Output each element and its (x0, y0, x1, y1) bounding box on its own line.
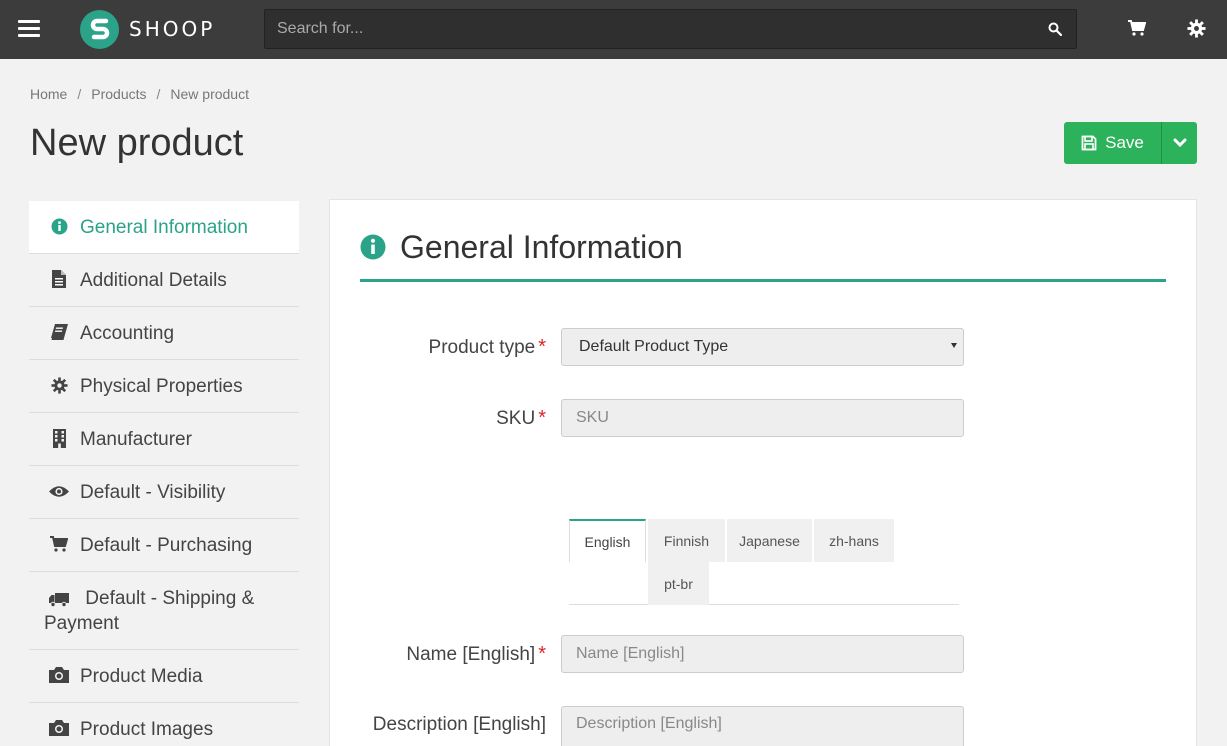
description-label: Description [English] (372, 714, 546, 735)
tab-finnish[interactable]: Finnish (648, 519, 725, 562)
sidebar-item-general-information[interactable]: General Information (29, 201, 299, 254)
sidebar-item-default-shipping-payment[interactable]: Default - Shipping & Payment (29, 572, 299, 650)
breadcrumb-separator: / (156, 86, 161, 102)
cart-icon (49, 533, 69, 555)
save-button-group: Save (1064, 122, 1197, 164)
required-marker: * (538, 407, 546, 429)
sidebar-item-label: Physical Properties (80, 376, 243, 397)
sidebar-item-label: General Information (80, 217, 248, 238)
info-icon (49, 215, 69, 237)
breadcrumb-products[interactable]: Products (91, 86, 146, 102)
logo-text: SHOOP (129, 17, 216, 41)
top-navbar: SHOOP (0, 0, 1227, 59)
tab-pt-br[interactable]: pt-br (648, 562, 709, 605)
search-input[interactable] (265, 10, 1035, 48)
product-type-select[interactable]: Default Product Type (561, 328, 964, 366)
caret-down-icon (951, 343, 957, 348)
sidebar-item-label: Default - Shipping & Payment (44, 588, 255, 634)
product-type-label-text: Product type (428, 337, 536, 358)
required-marker: * (538, 643, 546, 665)
sku-field[interactable] (561, 399, 964, 437)
info-icon (360, 234, 386, 260)
sidebar-item-label: Additional Details (80, 270, 227, 291)
search-bar (264, 9, 1077, 49)
book-icon (49, 321, 69, 343)
sidebar-item-default-visibility[interactable]: Default - Visibility (29, 466, 299, 519)
breadcrumb-separator: / (77, 86, 82, 102)
sidebar-item-label: Product Media (80, 666, 203, 687)
chevron-down-icon (1173, 138, 1186, 148)
name-label-text: Name [English] (406, 644, 536, 665)
sidebar-item-label: Default - Purchasing (80, 535, 253, 556)
floppy-disk-icon (1081, 135, 1097, 151)
sidebar-item-physical-properties[interactable]: Physical Properties (29, 360, 299, 413)
camera-icon (49, 717, 69, 739)
panel-title: General Information (400, 229, 683, 265)
tab-japanese[interactable]: Japanese (727, 519, 812, 562)
logo[interactable]: SHOOP (80, 9, 215, 49)
language-tabs: English Finnish Japanese zh-hans pt-br (569, 519, 959, 605)
menu-icon[interactable] (18, 20, 40, 37)
general-information-panel: General Information Product type * Defaul… (329, 199, 1197, 746)
sidebar-item-additional-details[interactable]: Additional Details (29, 254, 299, 307)
sidebar-item-label: Default - Visibility (80, 482, 226, 503)
sidebar-item-product-images[interactable]: Product Images (29, 703, 299, 746)
search-icon[interactable] (1048, 22, 1062, 36)
page-title: New product (30, 122, 244, 164)
cart-icon[interactable] (1128, 20, 1146, 36)
section-sidebar: General Information Additional Details A… (29, 201, 299, 746)
camera-icon (49, 664, 69, 686)
gear-icon[interactable] (1187, 19, 1206, 38)
save-dropdown-toggle[interactable] (1161, 122, 1197, 164)
eye-icon (49, 480, 69, 502)
save-button[interactable]: Save (1064, 122, 1161, 164)
breadcrumb: Home / Products / New product (30, 86, 249, 102)
sidebar-item-label: Accounting (80, 323, 175, 344)
product-type-value: Default Product Type (579, 338, 729, 355)
tab-english[interactable]: English (569, 519, 646, 562)
sidebar-item-label: Manufacturer (80, 429, 192, 450)
breadcrumb-current: New product (170, 86, 249, 102)
description-field[interactable] (561, 706, 964, 746)
name-label: Name [English] * (406, 643, 546, 666)
sidebar-item-manufacturer[interactable]: Manufacturer (29, 413, 299, 466)
sidebar-item-product-media[interactable]: Product Media (29, 650, 299, 703)
sku-label: SKU * (496, 407, 546, 430)
building-icon (49, 427, 69, 449)
breadcrumb-home[interactable]: Home (30, 86, 67, 102)
save-label: Save (1105, 133, 1144, 152)
required-marker: * (538, 336, 546, 358)
shoop-logo-icon (80, 9, 119, 49)
sidebar-item-default-purchasing[interactable]: Default - Purchasing (29, 519, 299, 572)
panel-header: General Information (360, 228, 1166, 282)
sidebar-item-label: Product Images (80, 719, 214, 740)
sidebar-item-accounting[interactable]: Accounting (29, 307, 299, 360)
truck-icon (49, 589, 69, 611)
gear-icon (49, 374, 69, 396)
tab-zh-hans[interactable]: zh-hans (814, 519, 894, 562)
file-icon (49, 268, 69, 290)
sku-label-text: SKU (496, 408, 536, 429)
product-type-label: Product type * (429, 336, 546, 359)
name-field[interactable] (561, 635, 964, 673)
